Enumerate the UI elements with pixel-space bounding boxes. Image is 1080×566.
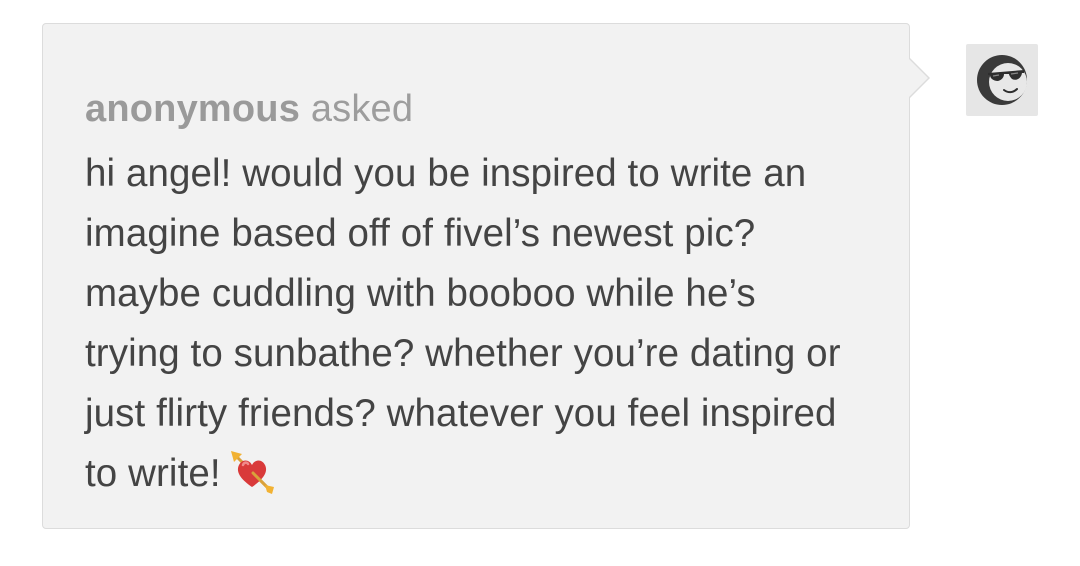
ask-card-pointer — [908, 57, 930, 99]
asker-name: anonymous — [85, 88, 301, 130]
ask-body-line: just flirty friends? whatever you feel i… — [85, 392, 837, 435]
ask-body-last-line: to write! — [85, 444, 885, 504]
ask-body-line: trying to sunbathe? whether you’re datin… — [85, 332, 841, 375]
avatar[interactable] — [966, 44, 1038, 116]
ask-card: anonymous asked hi angel! would you be i… — [42, 23, 930, 529]
ask-body-line: to write! — [85, 452, 221, 495]
asked-label: asked — [310, 88, 414, 130]
cool-face-sunglasses-icon — [977, 55, 1027, 105]
ask-body-line: imagine based off of fivel’s newest pic? — [85, 212, 756, 255]
ask-header: anonymous asked — [85, 86, 413, 132]
ask-body-line: hi angel! would you be inspired to write… — [85, 152, 807, 195]
ask-body-line: maybe cuddling with booboo while he’s — [85, 272, 756, 315]
heart-with-arrow-icon — [229, 449, 275, 495]
ask-question-body: hi angel! would you be inspired to write… — [85, 144, 885, 504]
